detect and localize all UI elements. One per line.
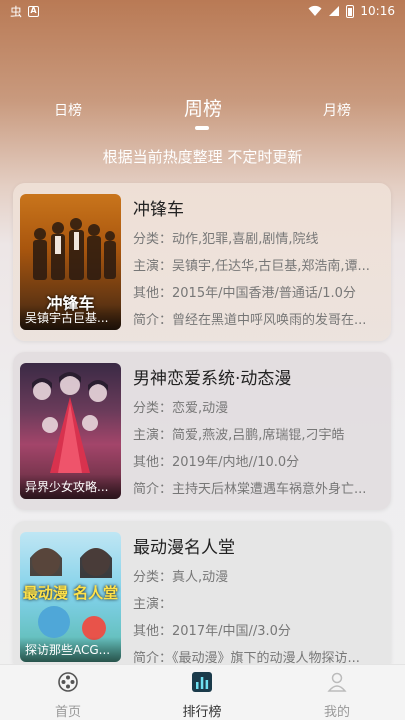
profile-icon [327,672,347,692]
poster-image[interactable]: 异界少女攻略... [20,363,121,499]
item-title[interactable]: 最动漫名人堂 [133,533,383,558]
app-notification-icon: 虫 [10,4,23,19]
item-info: 男神恋爱系统·动态漫 分类：恋爱,动漫 主演：简爱,燕波,吕鹏,席瑞锟,刁宇皓 … [133,364,383,507]
item-synopsis: 简介：曾经在黑道中呼风唤雨的发哥在... [133,313,367,328]
tab-indicator [195,126,209,130]
tab-daily[interactable]: 日榜 [54,100,82,120]
nav-home[interactable]: 首页 [28,671,108,720]
poster-caption: 吴镇宇古巨基... [20,305,121,330]
signal-icon [329,6,340,16]
item-title[interactable]: 冲锋车 [133,195,383,220]
item-cast: 主演：吴镇宇,任达华,古巨基,郑浩南,谭... [133,259,370,274]
chart-icon [192,672,212,692]
nav-profile-label: 我的 [323,705,350,720]
item-info: 冲锋车 分类：动作,犯罪,喜剧,剧情,院线 主演：吴镇宇,任达华,古巨基,郑浩南… [133,195,383,338]
tab-weekly[interactable]: 周榜 [184,94,222,121]
bottom-nav: 首页 排行榜 我的 [0,664,405,720]
status-bar: 虫 A 10:16 [0,0,405,22]
film-reel-icon [58,672,78,692]
item-info: 最动漫名人堂 分类：真人,动漫 主演： 其他：2017年/中国//3.0分 简介… [133,533,383,671]
item-title[interactable]: 男神恋爱系统·动态漫 [133,364,383,389]
list-item[interactable]: 冲锋车 吴镇宇古巨基... 冲锋车 分类：动作,犯罪,喜剧,剧情,院线 主演：吴… [13,183,391,341]
list-item[interactable]: 最动漫 名人堂 探访那些ACG... 最动漫名人堂 分类：真人,动漫 主演： 其… [13,521,391,671]
poster-image[interactable]: 冲锋车 吴镇宇古巨基... [20,194,121,330]
poster-caption: 异界少女攻略... [20,474,121,499]
list-item[interactable]: 异界少女攻略... 男神恋爱系统·动态漫 分类：恋爱,动漫 主演：简爱,燕波,吕… [13,352,391,510]
item-genre: 分类：恋爱,动漫 [133,401,229,416]
nav-ranking[interactable]: 排行榜 [162,671,242,720]
status-time: 10:16 [360,4,395,18]
poster-caption: 探访那些ACG... [20,637,121,662]
ranking-tabs: 日榜 周榜 月榜 [0,94,405,134]
notification-a-icon: A [28,5,40,17]
nav-ranking-label: 排行榜 [182,705,222,720]
item-genre: 分类：真人,动漫 [133,570,229,585]
wifi-icon [308,5,322,16]
item-cast: 主演：简爱,燕波,吕鹏,席瑞锟,刁宇皓 [133,428,345,443]
item-other: 其他：2019年/内地//10.0分 [133,455,300,470]
item-cast: 主演： [133,597,173,612]
item-synopsis: 简介：主持天后林棠遭遇车祸意外身亡... [133,482,367,497]
nav-profile[interactable]: 我的 [297,671,377,720]
nav-home-label: 首页 [54,705,81,720]
tab-monthly[interactable]: 月榜 [323,100,351,120]
battery-icon [346,4,355,18]
item-genre: 分类：动作,犯罪,喜剧,剧情,院线 [133,232,319,247]
ranking-subtitle: 根据当前热度整理 不定时更新 [102,148,303,166]
item-other: 其他：2017年/中国//3.0分 [133,624,291,639]
poster-title-art: 最动漫 名人堂 [22,584,119,602]
poster-image[interactable]: 最动漫 名人堂 探访那些ACG... [20,532,121,662]
item-other: 其他：2015年/中国香港/普通话/1.0分 [133,286,356,301]
